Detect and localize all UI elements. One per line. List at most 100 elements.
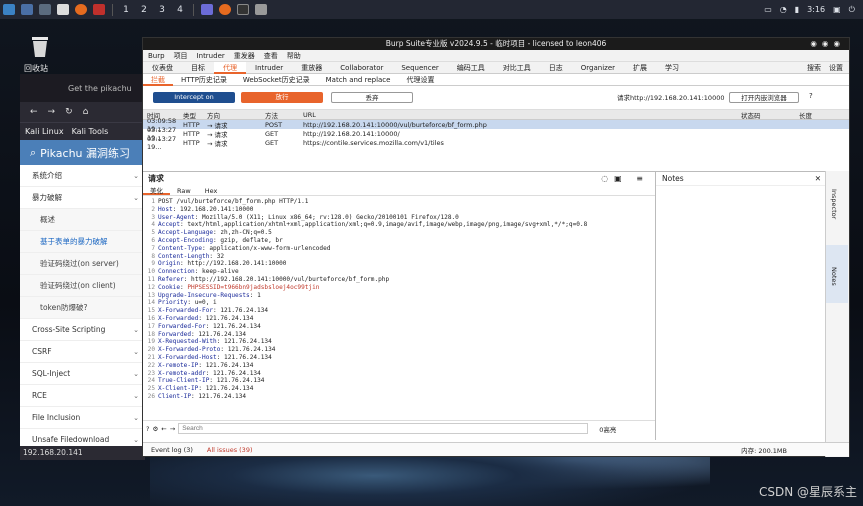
tab-9[interactable]: 日志 xyxy=(540,62,572,74)
sidebar-item[interactable]: 基于表单的暴力破解 xyxy=(20,231,145,253)
terminal-icon[interactable] xyxy=(39,4,51,15)
bookmark-kali-linux[interactable]: Kali Linux xyxy=(25,127,64,136)
browser-tab[interactable]: Get the pikachu xyxy=(20,74,145,102)
tab-11[interactable]: 扩展 xyxy=(624,62,656,74)
flag-icon[interactable] xyxy=(93,4,105,15)
sidebar-item[interactable]: File Inclusion ⌄ xyxy=(20,407,145,429)
open-browser-button[interactable]: 打开内嵌浏览器 xyxy=(729,92,799,103)
sidebar-item[interactable]: 验证码绕过(on client) xyxy=(20,275,145,297)
menu-3[interactable]: 重发器 xyxy=(234,51,255,61)
sidebar-item[interactable]: Cross-Site Scripting ⌄ xyxy=(20,319,145,341)
intercept-toggle-button[interactable]: Intercept on xyxy=(153,92,235,103)
drop-button[interactable]: 丢弃 xyxy=(331,92,413,103)
terminal-task-icon[interactable] xyxy=(237,4,249,15)
lock-icon[interactable]: ▣ xyxy=(833,5,841,14)
editor-tools-icon[interactable]: ◌▣ ≡ xyxy=(601,172,649,186)
forward-button[interactable]: 放行 xyxy=(241,92,323,103)
burp-task-icon[interactable] xyxy=(201,4,213,15)
firefox-task-icon[interactable] xyxy=(219,4,231,15)
power-icon[interactable]: ⏻ xyxy=(849,5,855,15)
workspace-2[interactable]: 2 xyxy=(135,5,153,15)
tab-6[interactable]: Sequencer xyxy=(392,62,447,74)
table-row[interactable]: 03:13:27 19... HTTP → 请求 GET https://contile… xyxy=(143,135,849,151)
match-count: 0高亮 xyxy=(599,425,617,434)
cell-url: https://contile.services.mozilla.com/v1/… xyxy=(303,138,444,147)
sidebar-item[interactable]: RCE ⌄ xyxy=(20,385,145,407)
sidebar-item[interactable]: SQL-Inject ⌄ xyxy=(20,363,145,385)
prev-icon[interactable]: ← xyxy=(161,425,166,433)
column-header[interactable]: 长度 xyxy=(799,110,839,120)
workspace-4[interactable]: 4 xyxy=(171,5,189,15)
firefox-icon[interactable] xyxy=(75,4,87,15)
editor-tab[interactable]: Raw xyxy=(170,186,198,195)
sidebar-item[interactable]: 暴力破解 ⌄ xyxy=(20,187,145,209)
tab-3[interactable]: Intruder xyxy=(246,62,292,74)
file-manager-icon[interactable] xyxy=(57,4,69,15)
help-icon[interactable]: ? xyxy=(809,92,813,100)
sidebar-item[interactable]: CSRF ⌄ xyxy=(20,341,145,363)
tab-12[interactable]: 学习 xyxy=(656,62,688,74)
column-header[interactable]: 方法 xyxy=(265,110,303,120)
notes-close-icon[interactable]: ✕ xyxy=(815,172,821,186)
header-key: Priority xyxy=(158,299,188,307)
help-icon[interactable]: ? xyxy=(146,425,149,433)
menu-2[interactable]: Intruder xyxy=(197,52,225,60)
reload-icon[interactable]: ↻ xyxy=(65,107,73,117)
subtab-1[interactable]: HTTP历史记录 xyxy=(173,74,235,86)
subtab-2[interactable]: WebSocket历史记录 xyxy=(235,74,318,86)
monitor-icon[interactable]: ▭ xyxy=(764,5,772,14)
menu-0[interactable]: Burp xyxy=(148,52,165,60)
kali-menu-icon[interactable] xyxy=(3,4,15,15)
settings-button[interactable]: 设置 xyxy=(829,63,843,73)
search-button[interactable]: 搜索 xyxy=(807,63,821,73)
window-controls-icon[interactable]: ◉◉◉ xyxy=(810,38,845,50)
tab-8[interactable]: 对比工具 xyxy=(494,62,540,74)
notes-tab[interactable]: Notes xyxy=(830,267,838,286)
bell-icon[interactable]: ◔ xyxy=(780,5,787,14)
desktop-icon[interactable] xyxy=(21,4,33,15)
workspace-3[interactable]: 3 xyxy=(153,5,171,15)
search-input[interactable] xyxy=(178,423,589,434)
issues-tab[interactable]: All issues (39) xyxy=(207,446,253,454)
pikachu-sidebar: 系统介绍 ⌄ 暴力破解 ⌄ 概述 基于表单的暴力破解 验证码绕过(on server) 验证码… xyxy=(20,165,145,451)
window-task-icon[interactable] xyxy=(255,4,267,15)
back-icon[interactable]: ← xyxy=(30,107,38,117)
tab-4[interactable]: 重放器 xyxy=(292,62,331,74)
window-title: Burp Suite专业版 v2024.9.5 - 临时项目 - license… xyxy=(385,39,607,48)
subtab-4[interactable]: 代理设置 xyxy=(398,74,442,86)
subtab-3[interactable]: Match and replace xyxy=(318,74,399,86)
settings-icon[interactable]: ⚙ xyxy=(152,425,158,433)
menu-5[interactable]: 帮助 xyxy=(287,51,301,61)
event-log-tab[interactable]: Event log (3) xyxy=(151,446,193,454)
request-code[interactable]: 1 POST /vul/burteforce/bf_form.php HTTP/1… xyxy=(143,196,655,410)
column-header[interactable]: 状态码 xyxy=(741,110,799,120)
subtab-0[interactable]: 拦截 xyxy=(143,74,173,86)
sidebar-item[interactable]: 系统介绍 ⌄ xyxy=(20,165,145,187)
tab-1[interactable]: 目标 xyxy=(182,62,214,74)
battery-icon[interactable]: ▮ xyxy=(795,5,799,14)
trash-icon[interactable] xyxy=(26,34,54,58)
bookmark-kali-tools[interactable]: Kali Tools xyxy=(72,127,109,136)
forward-icon[interactable]: → xyxy=(48,107,56,117)
sidebar-item[interactable]: 概述 xyxy=(20,209,145,231)
tab-5[interactable]: Collaborator xyxy=(331,62,392,74)
inspector-tab[interactable]: Inspector xyxy=(830,189,838,219)
tab-10[interactable]: Organizer xyxy=(572,62,624,74)
header-key: True-Client-IP xyxy=(158,377,210,385)
sidebar-item[interactable]: 验证码绕过(on server) xyxy=(20,253,145,275)
column-header[interactable]: 方向 xyxy=(207,110,265,120)
editor-tab[interactable]: Hex xyxy=(198,186,225,195)
next-icon[interactable]: → xyxy=(170,425,175,433)
tab-0[interactable]: 仪表盘 xyxy=(143,62,182,74)
column-header[interactable]: 类型 xyxy=(183,110,207,120)
column-header[interactable]: URL xyxy=(303,111,741,119)
menu-1[interactable]: 项目 xyxy=(174,51,188,61)
workspace-1[interactable]: 1 xyxy=(117,5,135,15)
sidebar-item[interactable]: token防爆破? xyxy=(20,297,145,319)
cell-time: 03:13:27 19... xyxy=(147,134,177,151)
tab-7[interactable]: 编码工具 xyxy=(448,62,494,74)
editor-tab[interactable]: 美化 xyxy=(143,186,170,195)
home-icon[interactable]: ⌂ xyxy=(83,107,89,117)
menu-4[interactable]: 查看 xyxy=(264,51,278,61)
tab-2[interactable]: 代理 xyxy=(214,61,246,74)
